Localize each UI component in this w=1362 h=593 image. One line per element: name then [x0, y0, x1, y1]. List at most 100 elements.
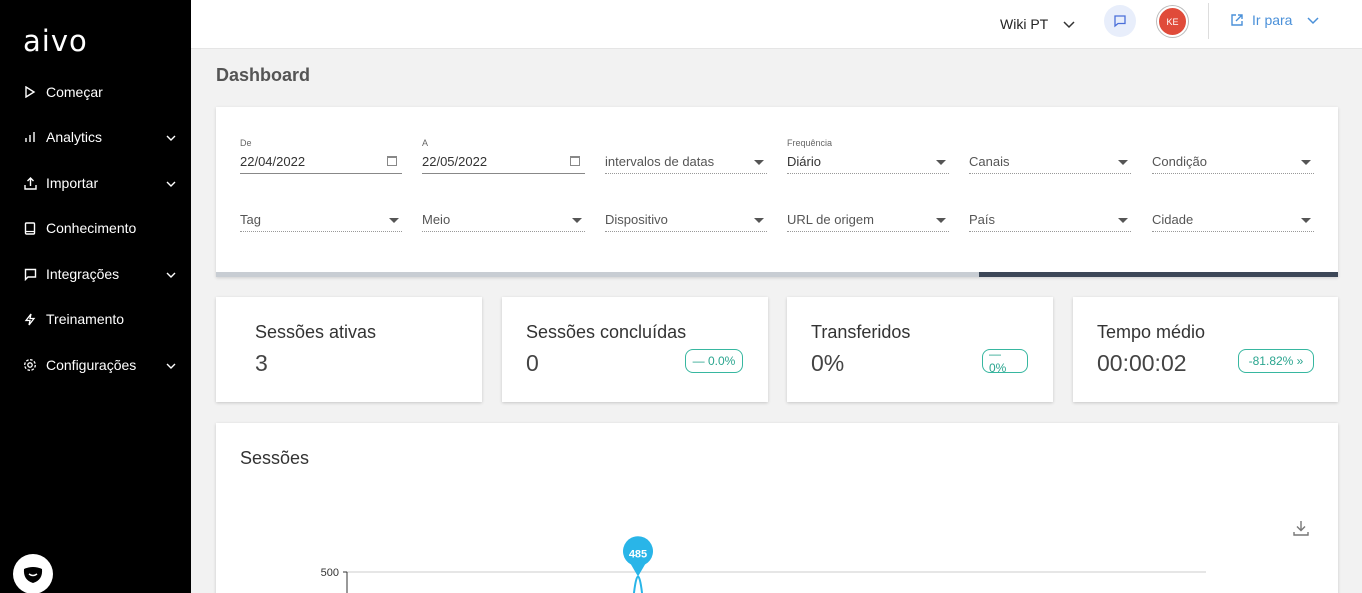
tag-select[interactable]: Tag	[240, 202, 402, 232]
city-placeholder: Cidade	[1152, 212, 1194, 227]
goto-label: Ir para	[1252, 12, 1293, 28]
frequency-select[interactable]: Frequência Diário	[787, 138, 949, 174]
channels-placeholder: Canais	[969, 154, 1010, 169]
sidebar-item-configuracoes[interactable]: Configurações	[0, 350, 191, 380]
loading-bar-fill	[979, 272, 1338, 277]
chevron-down-icon	[165, 177, 177, 189]
workspace-select[interactable]: Wiki PT	[1000, 13, 1076, 35]
caret-down-icon	[1118, 160, 1128, 165]
stat-value: 0%	[811, 350, 845, 376]
caret-down-icon	[572, 218, 582, 223]
gear-icon	[23, 358, 37, 372]
origin-url-placeholder: URL de origem	[787, 212, 874, 227]
filter-panel: De 22/04/2022 A 22/05/2022 intervalos de…	[216, 107, 1338, 277]
stat-change-badge: -81.82% »	[1238, 349, 1314, 373]
external-link-icon	[1231, 14, 1243, 26]
y-tick-label: 500	[321, 567, 339, 579]
country-select[interactable]: País	[969, 202, 1131, 232]
chevron-down-icon	[165, 268, 177, 280]
message-icon	[23, 267, 37, 281]
bot-face-icon[interactable]	[13, 554, 53, 593]
sidebar-item-conhecimento[interactable]: Conhecimento	[0, 213, 191, 243]
to-date-field[interactable]: A 22/05/2022	[422, 138, 585, 174]
frequency-value: Diário	[787, 154, 821, 169]
sessions-chart-card: Sessões 500 485	[216, 423, 1338, 593]
avatar[interactable]: KE	[1157, 6, 1188, 37]
stat-value: 3	[255, 350, 268, 376]
frequency-label: Frequência	[787, 138, 833, 148]
sidebar: aivo Começar Analytics Importar Conhecim…	[0, 0, 191, 593]
stat-change-badge: — 0.0%	[685, 349, 743, 373]
condition-select[interactable]: Condição	[1152, 144, 1314, 174]
tag-placeholder: Tag	[240, 212, 261, 227]
stat-card-completed-sessions: Sessões concluídas 0 — 0.0%	[502, 297, 768, 402]
chat-button[interactable]	[1104, 5, 1136, 37]
caret-down-icon	[1301, 160, 1311, 165]
bar-chart-icon	[23, 130, 37, 144]
stat-card-transferred: Transferidos 0% — 0%	[787, 297, 1053, 402]
sidebar-item-label: Conhecimento	[46, 220, 137, 236]
stat-value: 00:00:02	[1097, 350, 1187, 376]
calendar-icon[interactable]	[570, 156, 580, 166]
topbar: Wiki PT KE Ir para	[191, 0, 1362, 49]
upload-icon	[23, 176, 37, 190]
aivo-logo[interactable]: aivo	[23, 24, 88, 58]
chevron-down-icon	[1063, 21, 1075, 29]
sidebar-item-treinamento[interactable]: Treinamento	[0, 304, 191, 334]
sidebar-item-label: Integrações	[46, 266, 120, 282]
medium-placeholder: Meio	[422, 212, 451, 227]
calendar-icon[interactable]	[387, 156, 397, 166]
caret-down-icon	[754, 218, 764, 223]
goto-menu[interactable]: Ir para	[1230, 12, 1320, 28]
stat-title: Tempo médio	[1097, 322, 1206, 342]
to-date-value: 22/05/2022	[422, 154, 488, 169]
country-placeholder: País	[969, 212, 996, 227]
condition-placeholder: Condição	[1152, 154, 1207, 169]
from-date-field[interactable]: De 22/04/2022	[240, 138, 402, 174]
peak-label: 485	[629, 549, 647, 561]
city-select[interactable]: Cidade	[1152, 202, 1314, 232]
stat-title: Sessões concluídas	[526, 322, 687, 342]
caret-down-icon	[936, 218, 946, 223]
stat-title: Sessões ativas	[255, 322, 377, 342]
date-ranges-select[interactable]: intervalos de datas	[605, 144, 767, 174]
chevron-down-icon	[1307, 17, 1319, 25]
date-ranges-placeholder: intervalos de datas	[605, 154, 715, 169]
chevron-down-icon	[165, 131, 177, 143]
sidebar-item-label: Começar	[46, 84, 103, 100]
bolt-icon	[23, 312, 37, 326]
sessions-chart: 500 485	[321, 536, 1206, 593]
channels-select[interactable]: Canais	[969, 144, 1131, 174]
sidebar-item-comecar[interactable]: Começar	[0, 77, 191, 107]
sidebar-item-label: Importar	[46, 175, 99, 191]
series-line	[632, 575, 644, 593]
from-date-label: De	[240, 138, 252, 148]
stat-card-active-sessions: Sessões ativas 3	[216, 297, 482, 402]
chat-icon	[1114, 15, 1126, 28]
to-date-label: A	[422, 138, 429, 148]
page-title: Dashboard	[216, 65, 311, 85]
stat-card-avg-time: Tempo médio 00:00:02 -81.82% »	[1073, 297, 1338, 402]
sidebar-item-analytics[interactable]: Analytics	[0, 122, 191, 152]
from-date-value: 22/04/2022	[240, 154, 306, 169]
sidebar-item-integracoes[interactable]: Integrações	[0, 259, 191, 289]
caret-down-icon	[1118, 218, 1128, 223]
peak-marker[interactable]: 485	[623, 536, 653, 577]
play-icon	[23, 85, 37, 99]
chevron-down-icon	[165, 359, 177, 371]
topbar-divider	[1208, 3, 1209, 39]
origin-url-select[interactable]: URL de origem	[787, 202, 949, 232]
sidebar-item-label: Analytics	[46, 129, 103, 145]
sidebar-item-label: Treinamento	[46, 311, 125, 327]
sidebar-item-importar[interactable]: Importar	[0, 168, 191, 198]
stat-change-badge: — 0%	[982, 347, 1028, 375]
device-placeholder: Dispositivo	[605, 212, 668, 227]
caret-down-icon	[1301, 218, 1311, 223]
caret-down-icon	[389, 218, 399, 223]
medium-select[interactable]: Meio	[422, 202, 585, 232]
device-select[interactable]: Dispositivo	[605, 202, 767, 232]
chart-title: Sessões	[240, 448, 310, 468]
sidebar-item-label: Configurações	[46, 357, 137, 373]
workspace-label: Wiki PT	[1000, 16, 1049, 32]
book-icon	[23, 221, 37, 235]
